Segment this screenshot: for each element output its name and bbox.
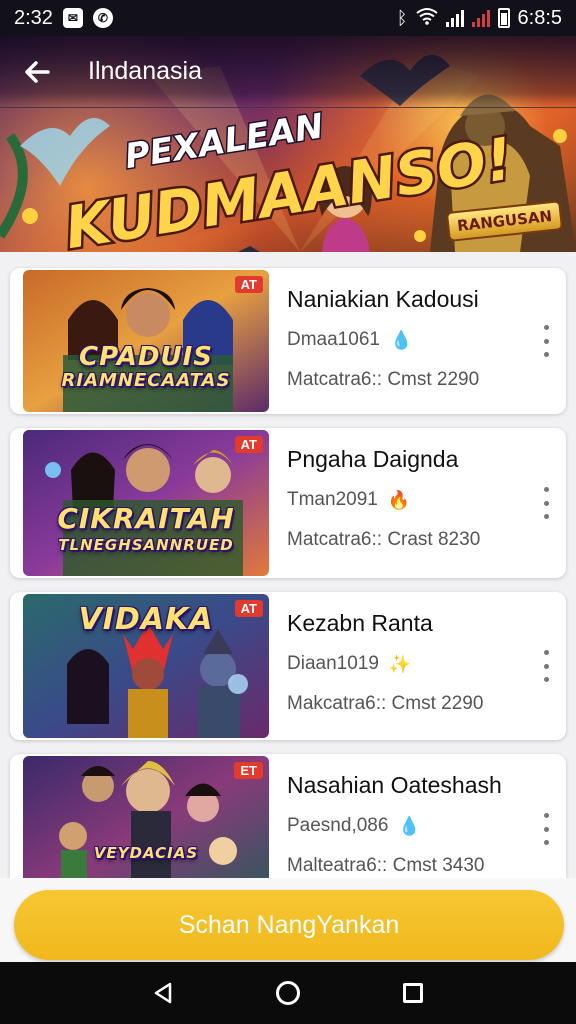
battery-icon: [497, 8, 510, 28]
wifi-icon: [415, 7, 438, 30]
thumbnail-title: CPADUIS: [79, 342, 213, 372]
more-options-icon[interactable]: [538, 650, 554, 682]
whatsapp-icon: ✆: [92, 8, 113, 28]
thumbnail-tag: AT: [234, 436, 263, 453]
game-subtitle: Diaan1019 ✨: [287, 653, 566, 675]
thumbnail-title: VEYDACIAS: [93, 844, 199, 862]
back-button[interactable]: [20, 55, 54, 89]
game-subtitle-text: Tman2091: [287, 489, 378, 510]
game-subtitle: Dmaa1061 💧: [287, 329, 566, 351]
arrow-left-icon: [25, 60, 50, 83]
nav-back-icon: [154, 982, 171, 1004]
game-subtitle-text: Dmaa1061: [287, 329, 380, 350]
app-header: Ilndanasia: [0, 36, 576, 108]
thumbnail-subtitle: RIAMNECAATAS: [61, 370, 231, 391]
signal-icon: [471, 9, 490, 27]
more-options-icon[interactable]: [538, 487, 554, 519]
nav-recent-icon: [403, 983, 424, 1003]
game-info: Naniakian Kadousi Dmaa1061 💧 Matcatra6::…: [269, 268, 566, 414]
game-thumbnail: ET VEYDACIAS: [23, 756, 269, 878]
game-info: Nasahian Oateshash Paesnd,086 💧 Malteatr…: [269, 754, 566, 878]
thumbnail-tag: ET: [234, 762, 263, 779]
water-drop-icon: 💧: [398, 815, 421, 836]
nav-home-button[interactable]: [275, 980, 301, 1006]
game-meta: Matcatra6:: Cmst 2290: [287, 369, 480, 390]
game-subtitle: Paesnd,086 💧: [287, 815, 566, 837]
signal-icon: [445, 9, 464, 27]
game-title: Nasahian Oateshash: [287, 772, 502, 798]
game-meta: Matcatra6:: Crast 8230: [287, 529, 481, 550]
thumbnail-title: VIDAKA: [78, 602, 214, 637]
primary-action-button[interactable]: Schan NangYankan: [14, 890, 564, 960]
game-info: Pngaha Daignda Tman2091 🔥 Matcatra6:: Cr…: [269, 428, 566, 578]
fire-icon: 🔥: [387, 489, 411, 510]
nav-home-icon: [275, 981, 300, 1005]
water-drop-icon: 💧: [389, 329, 413, 350]
more-options-icon[interactable]: [538, 813, 554, 845]
status-clock: 6:8:5: [517, 6, 562, 29]
game-card[interactable]: AT CIKRAITAH TLNEGHSANNRUED Pngaha Daign…: [10, 428, 566, 578]
status-time: 2:32: [14, 6, 53, 29]
hero-banner[interactable]: PEXALEAN KUDMAANSO! Ilndanasia RANGUSAN: [0, 36, 576, 252]
status-bar: 2:32 ✉ ✆ ᛒ 6:8:5: [0, 0, 576, 36]
game-title: Pngaha Daignda: [287, 446, 459, 472]
more-options-icon[interactable]: [538, 325, 554, 357]
bottom-action-bar: Schan NangYankan: [0, 878, 576, 962]
game-info: Kezabn Ranta Diaan1019 ✨ Makcatra6:: Cms…: [269, 592, 566, 740]
thumbnail-title: CIKRAITAH: [57, 502, 235, 535]
thumbnail-tag: AT: [234, 276, 263, 293]
game-thumbnail: AT VIDAKA: [23, 594, 269, 738]
game-card[interactable]: AT CPADUIS RIAMNECAATAS Naniakian Kadous…: [10, 268, 566, 414]
page-title: Ilndanasia: [88, 57, 202, 85]
game-list[interactable]: AT CPADUIS RIAMNECAATAS Naniakian Kadous…: [0, 252, 576, 878]
game-thumbnail: AT CPADUIS RIAMNECAATAS: [23, 270, 269, 412]
game-meta: Malteatra6:: Cmst 3430: [287, 855, 485, 876]
nav-back-button[interactable]: [150, 980, 176, 1006]
nav-recent-button[interactable]: [400, 980, 426, 1006]
game-thumbnail: AT CIKRAITAH TLNEGHSANNRUED: [23, 430, 269, 576]
thumbnail-subtitle: TLNEGHSANNRUED: [58, 536, 234, 554]
mail-icon: ✉: [62, 8, 83, 28]
game-card[interactable]: AT VIDAKA Kezabn Ranta Diaan1019 ✨ Makca…: [10, 592, 566, 740]
game-subtitle: Tman2091 🔥: [287, 489, 566, 511]
system-nav-bar: [0, 962, 576, 1024]
game-title: Naniakian Kadousi: [287, 286, 479, 312]
game-title: Kezabn Ranta: [287, 610, 433, 636]
magic-icon: ✨: [388, 653, 412, 674]
game-subtitle-text: Paesnd,086: [287, 815, 389, 836]
bluetooth-icon: ᛒ: [396, 7, 408, 28]
game-subtitle-text: Diaan1019: [287, 653, 379, 674]
game-card[interactable]: ET VEYDACIAS Nasahian Oateshash Paesnd,0…: [10, 754, 566, 878]
game-meta: Makcatra6:: Cmst 2290: [287, 693, 484, 714]
